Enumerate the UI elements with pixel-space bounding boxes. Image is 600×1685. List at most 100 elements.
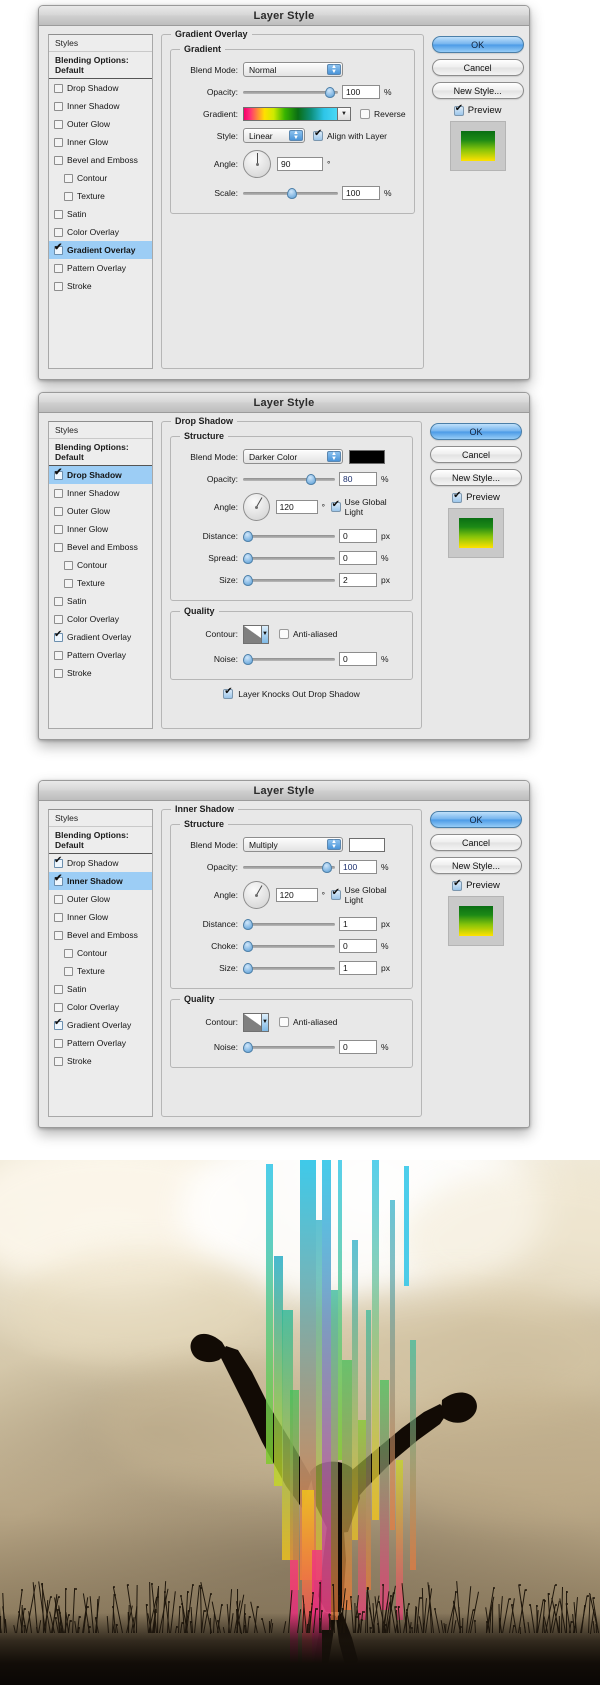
size-slider[interactable] bbox=[243, 573, 335, 587]
style-enable-checkbox[interactable] bbox=[54, 930, 63, 940]
style-enable-checkbox[interactable] bbox=[64, 578, 73, 588]
styles-list[interactable]: Styles Blending Options: Default Drop Sh… bbox=[48, 809, 153, 1117]
ok-button[interactable]: OK bbox=[430, 423, 522, 440]
style-list-item[interactable]: Color Overlay bbox=[49, 998, 152, 1016]
style-enable-checkbox[interactable] bbox=[54, 596, 63, 606]
style-enable-checkbox[interactable] bbox=[54, 1056, 63, 1066]
spread-slider[interactable] bbox=[243, 551, 335, 565]
style-list-item[interactable]: Pattern Overlay bbox=[49, 646, 152, 664]
stepper-arrows-icon[interactable]: ▲ ▼ bbox=[327, 839, 341, 850]
blend-mode-select[interactable]: Multiply ▲ ▼ bbox=[243, 837, 343, 852]
slider-knob[interactable] bbox=[324, 86, 335, 98]
use-global-light-checkbox[interactable] bbox=[330, 887, 341, 900]
style-select[interactable]: Linear ▲ ▼ bbox=[243, 128, 305, 143]
contour-preview[interactable]: ▼ bbox=[243, 624, 269, 644]
slider-knob[interactable] bbox=[286, 187, 297, 199]
blending-options-row[interactable]: Blending Options: Default bbox=[49, 439, 152, 466]
preview-toggle[interactable]: Preview bbox=[430, 878, 522, 891]
style-enable-checkbox[interactable] bbox=[64, 173, 73, 183]
style-enable-checkbox[interactable] bbox=[64, 966, 73, 976]
style-list-item[interactable]: Bevel and Emboss bbox=[49, 151, 152, 169]
style-list-item[interactable]: Contour bbox=[49, 944, 152, 962]
size-slider[interactable] bbox=[243, 961, 335, 975]
style-enable-checkbox[interactable] bbox=[54, 468, 63, 480]
style-enable-checkbox[interactable] bbox=[54, 524, 63, 534]
slider-knob[interactable] bbox=[305, 473, 316, 485]
shadow-color-swatch[interactable] bbox=[349, 449, 385, 464]
style-list-item[interactable]: Pattern Overlay bbox=[49, 259, 152, 277]
new-style-button[interactable]: New Style... bbox=[431, 82, 524, 99]
style-enable-checkbox[interactable] bbox=[54, 650, 63, 660]
layer-style-dialog-gradient-overlay[interactable]: Layer Style Styles Blending Options: Def… bbox=[38, 5, 530, 380]
chevron-down-icon[interactable]: ▼ bbox=[261, 1013, 268, 1031]
opacity-input[interactable]: 100 bbox=[342, 84, 380, 99]
style-enable-checkbox[interactable] bbox=[54, 101, 63, 111]
opacity-slider[interactable] bbox=[243, 860, 335, 874]
preview-checkbox[interactable] bbox=[453, 103, 464, 116]
distance-input[interactable]: 0 bbox=[339, 528, 377, 543]
style-enable-checkbox[interactable] bbox=[54, 874, 63, 886]
style-enable-checkbox[interactable] bbox=[54, 614, 63, 624]
stepper-arrows-icon[interactable]: ▲ ▼ bbox=[289, 130, 303, 141]
preview-toggle[interactable]: Preview bbox=[432, 103, 524, 116]
style-enable-checkbox[interactable] bbox=[54, 894, 63, 904]
cancel-button[interactable]: Cancel bbox=[430, 446, 522, 463]
style-list-item[interactable]: Contour bbox=[49, 169, 152, 187]
angle-dial[interactable] bbox=[243, 493, 270, 521]
align-with-layer-checkbox[interactable] bbox=[313, 128, 323, 141]
style-enable-checkbox[interactable] bbox=[54, 856, 63, 868]
style-enable-checkbox[interactable] bbox=[54, 227, 63, 237]
noise-slider[interactable] bbox=[243, 1040, 335, 1054]
style-enable-checkbox[interactable] bbox=[54, 1038, 63, 1048]
style-list-item[interactable]: Texture bbox=[49, 962, 152, 980]
layer-style-dialog-inner-shadow[interactable]: Layer Style Styles Blending Options: Def… bbox=[38, 780, 530, 1128]
angle-dial[interactable] bbox=[243, 150, 271, 178]
preview-toggle[interactable]: Preview bbox=[430, 490, 522, 503]
style-list-item[interactable]: Inner Shadow bbox=[49, 97, 152, 115]
slider-knob[interactable] bbox=[243, 1041, 253, 1053]
style-enable-checkbox[interactable] bbox=[54, 488, 63, 498]
style-list-item[interactable]: Inner Shadow bbox=[49, 484, 152, 502]
style-list-item[interactable]: Gradient Overlay bbox=[49, 628, 152, 646]
style-list-item[interactable]: Inner Glow bbox=[49, 133, 152, 151]
style-list-item[interactable]: Stroke bbox=[49, 1052, 152, 1070]
style-list-item[interactable]: Satin bbox=[49, 980, 152, 998]
style-list-item[interactable]: Drop Shadow bbox=[49, 79, 152, 97]
size-input[interactable]: 1 bbox=[339, 960, 377, 975]
ok-button[interactable]: OK bbox=[430, 811, 522, 828]
style-enable-checkbox[interactable] bbox=[54, 83, 63, 93]
style-enable-checkbox[interactable] bbox=[54, 542, 63, 552]
preview-checkbox[interactable] bbox=[452, 490, 463, 503]
style-list-item[interactable]: Inner Shadow bbox=[49, 872, 152, 890]
style-list-item[interactable]: Contour bbox=[49, 556, 152, 574]
slider-knob[interactable] bbox=[322, 861, 333, 873]
style-list-item[interactable]: Bevel and Emboss bbox=[49, 538, 152, 556]
style-enable-checkbox[interactable] bbox=[54, 630, 63, 642]
style-enable-checkbox[interactable] bbox=[54, 209, 63, 219]
style-enable-checkbox[interactable] bbox=[54, 912, 63, 922]
slider-knob[interactable] bbox=[243, 574, 253, 586]
gradient-preview[interactable] bbox=[243, 106, 338, 121]
style-list-item[interactable]: Stroke bbox=[49, 277, 152, 295]
style-list-item[interactable]: Color Overlay bbox=[49, 223, 152, 241]
ok-button[interactable]: OK bbox=[431, 36, 524, 53]
scale-input[interactable]: 100 bbox=[342, 185, 380, 200]
distance-slider[interactable] bbox=[243, 917, 335, 931]
contour-preview[interactable]: ▼ bbox=[243, 1012, 269, 1032]
style-enable-checkbox[interactable] bbox=[54, 281, 63, 291]
slider-knob[interactable] bbox=[243, 962, 253, 974]
opacity-slider[interactable] bbox=[243, 472, 335, 486]
style-list-item[interactable]: Satin bbox=[49, 592, 152, 610]
style-list-item[interactable]: Drop Shadow bbox=[49, 854, 152, 872]
reverse-checkbox[interactable] bbox=[360, 108, 370, 119]
noise-input[interactable]: 0 bbox=[339, 1039, 377, 1054]
style-list-item[interactable]: Inner Glow bbox=[49, 520, 152, 538]
noise-slider[interactable] bbox=[243, 652, 335, 666]
spread-input[interactable]: 0 bbox=[339, 550, 377, 565]
slider-knob[interactable] bbox=[243, 940, 253, 952]
distance-slider[interactable] bbox=[243, 529, 335, 543]
style-enable-checkbox[interactable] bbox=[64, 191, 73, 201]
blend-mode-select[interactable]: Normal ▲ ▼ bbox=[243, 62, 343, 77]
slider-knob[interactable] bbox=[243, 552, 253, 564]
style-list-item[interactable]: Stroke bbox=[49, 664, 152, 682]
